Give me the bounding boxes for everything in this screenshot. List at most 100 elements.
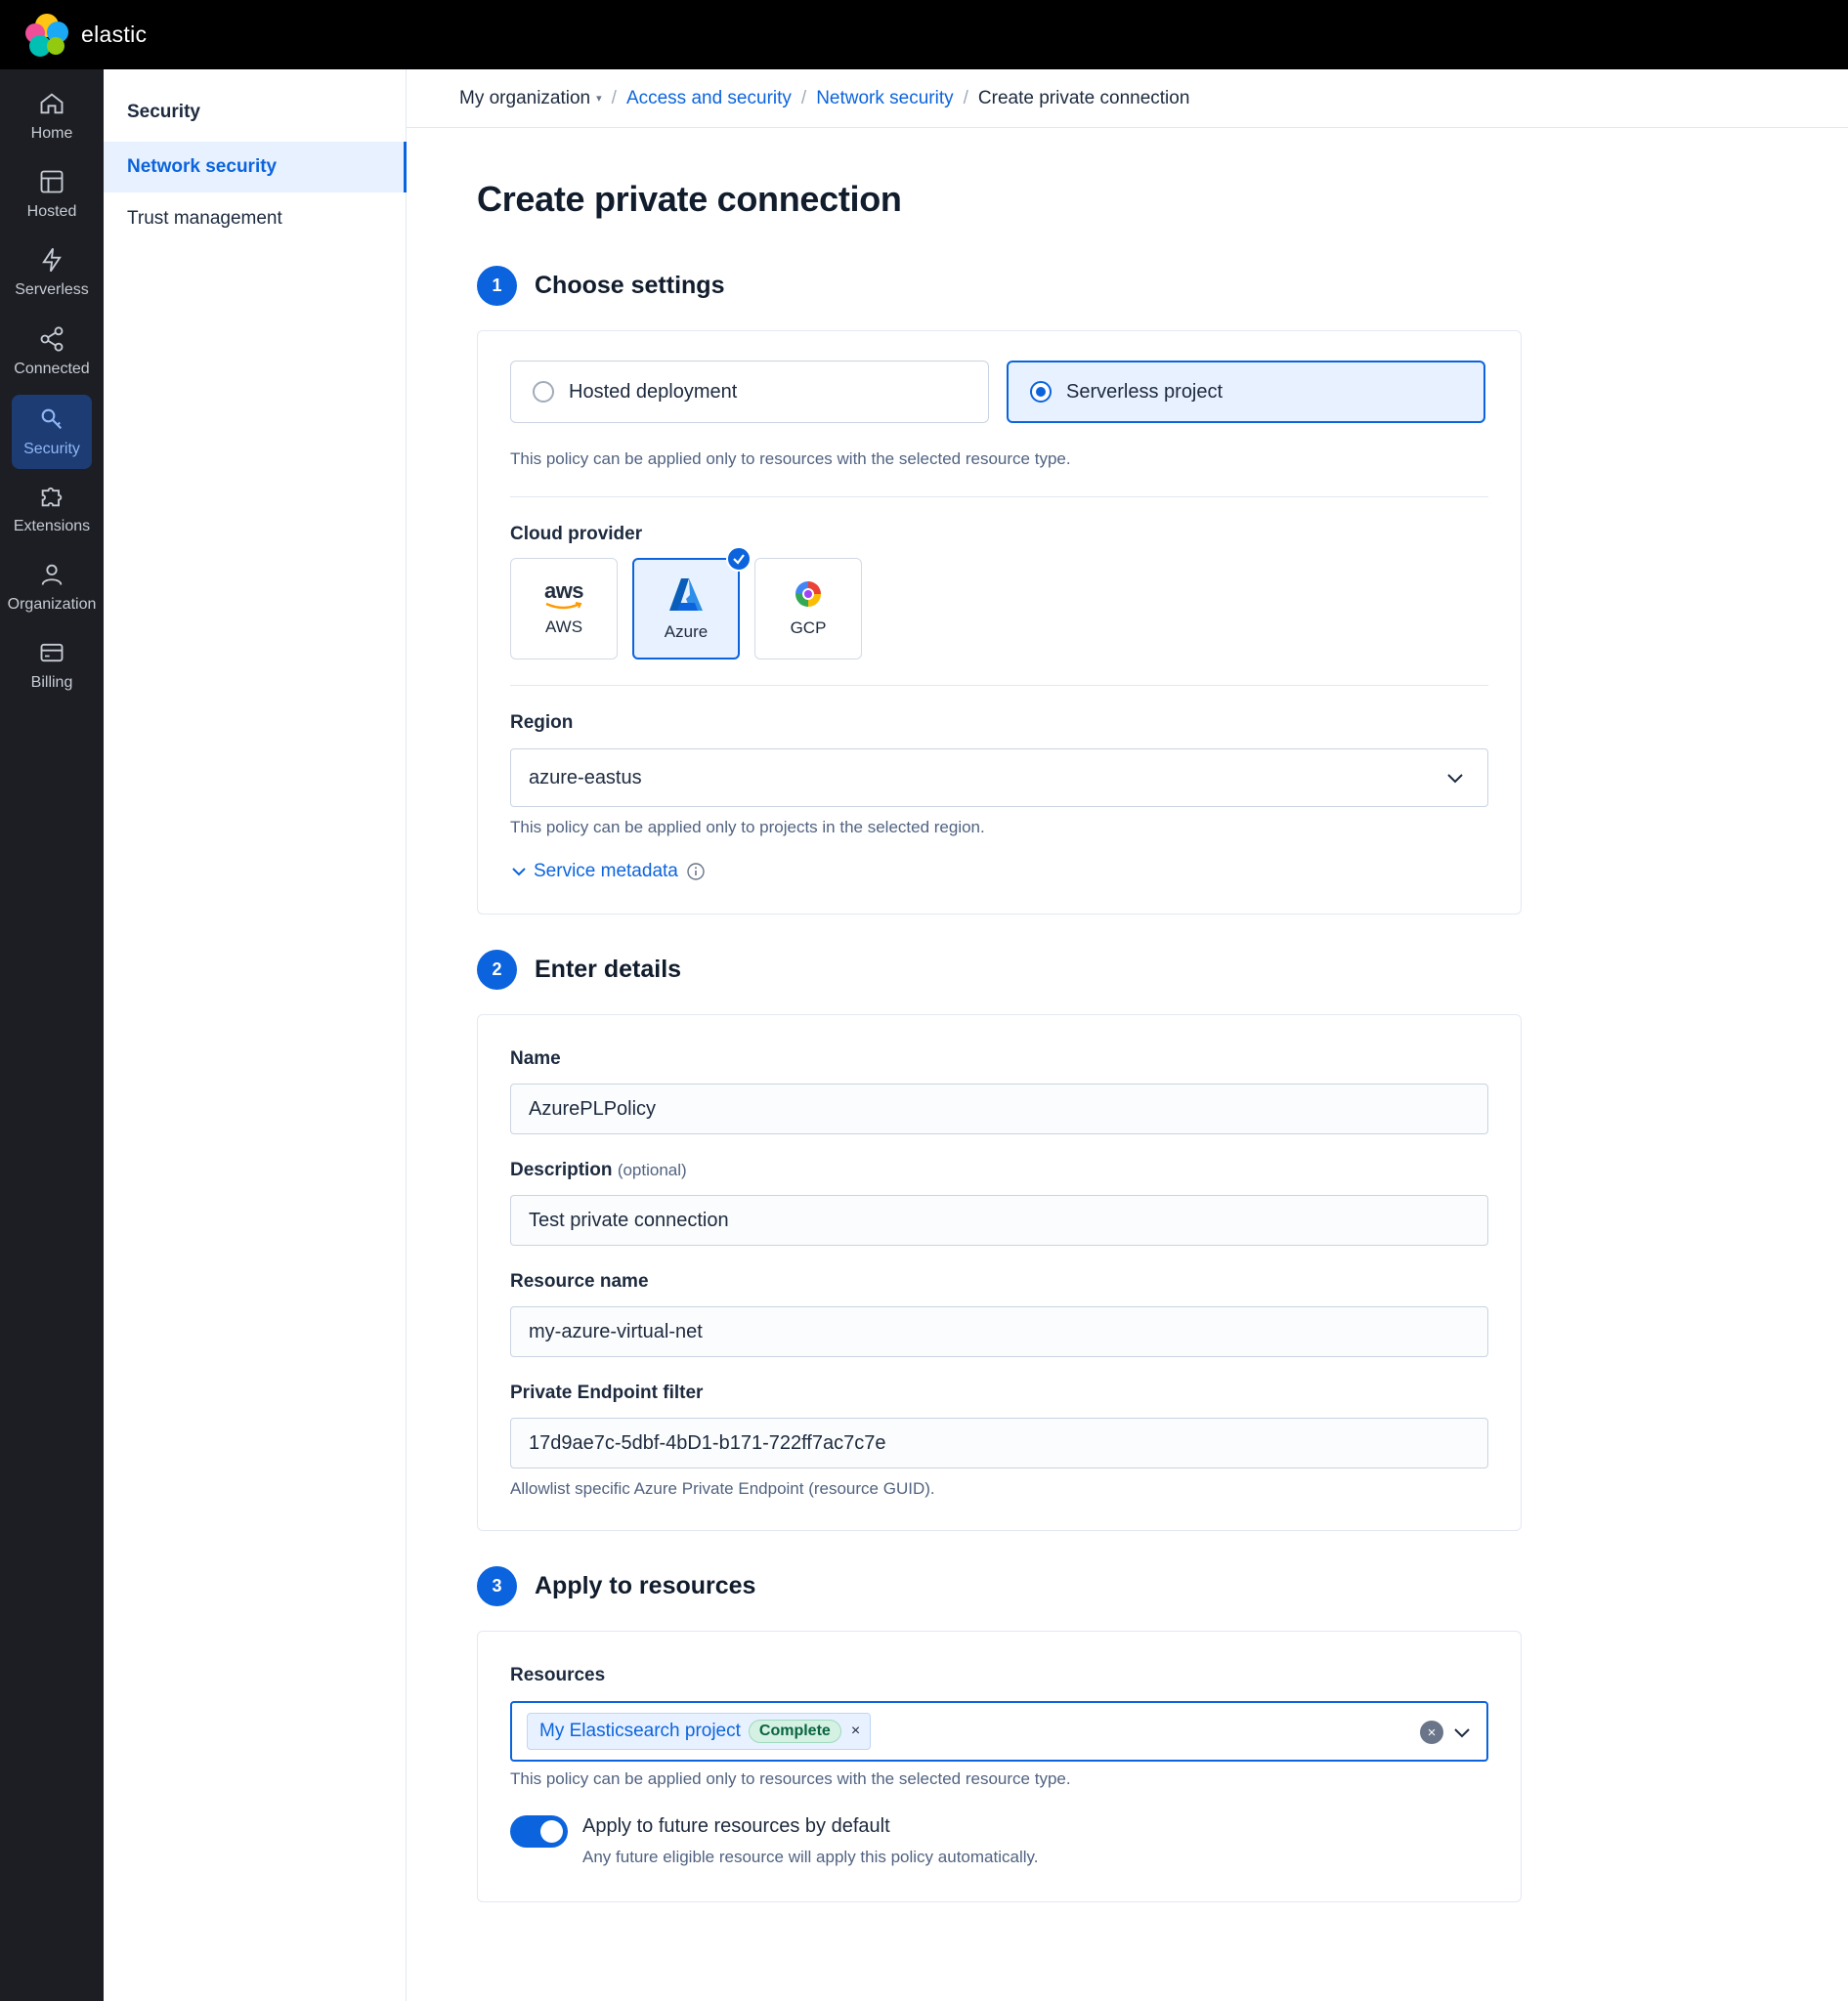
home-icon	[40, 93, 64, 114]
rail-item-label: Hosted	[26, 203, 77, 220]
cloud-provider-label: Cloud provider	[510, 524, 643, 544]
subnav-item-network-security[interactable]: Network security	[104, 142, 407, 192]
radio-serverless-project[interactable]: Serverless project	[1007, 361, 1485, 423]
step-2-header: 2 Enter details	[477, 950, 681, 990]
resource-pill-label: My Elasticsearch project	[539, 1721, 741, 1741]
toggle-label: Apply to future resources by default	[582, 1815, 890, 1837]
rail-item-extensions[interactable]: Extensions	[0, 472, 104, 546]
rail-item-hosted[interactable]: Hosted	[0, 157, 104, 232]
description-label: Description (optional)	[510, 1160, 687, 1180]
service-metadata-link: Service metadata	[534, 861, 678, 881]
chevron-down-icon[interactable]	[1451, 1722, 1473, 1743]
gcp-logo-icon	[795, 581, 821, 607]
resource-name-input[interactable]: my-azure-virtual-net	[510, 1306, 1488, 1357]
breadcrumb-org[interactable]: My organization	[459, 88, 590, 109]
provider-label: GCP	[790, 618, 827, 637]
puzzle-icon	[41, 487, 63, 507]
name-label: Name	[510, 1048, 561, 1069]
chevron-down-icon	[512, 868, 526, 876]
breadcrumb-current: Create private connection	[977, 87, 1190, 108]
resources-help: This policy can be applied only to resou…	[510, 1769, 1071, 1788]
security-subnav: Security Network security Trust manageme…	[104, 69, 407, 2001]
radio-button[interactable]	[533, 381, 554, 403]
breadcrumb-separator: /	[800, 87, 807, 108]
step-title: Choose settings	[535, 272, 725, 299]
name-input[interactable]: AzurePLPolicy	[510, 1084, 1488, 1134]
rail-item-security[interactable]: Security	[12, 395, 92, 469]
step-number: 1	[477, 266, 517, 306]
step-title: Apply to resources	[535, 1572, 756, 1599]
endpoint-filter-help: Allowlist specific Azure Private Endpoin…	[510, 1479, 935, 1498]
top-bar: elastic	[0, 0, 1848, 69]
divider	[510, 685, 1488, 686]
rail-item-label: Home	[30, 125, 73, 142]
radio-label: Serverless project	[1066, 380, 1224, 403]
rail-item-serverless[interactable]: Serverless	[0, 235, 104, 310]
rail-item-label: Connected	[14, 361, 90, 377]
rail-item-billing[interactable]: Billing	[0, 628, 104, 702]
step-1-header: 1 Choose settings	[477, 266, 724, 306]
radio-label: Hosted deployment	[569, 380, 738, 403]
rail-item-label: Billing	[30, 674, 73, 691]
caret-down-icon[interactable]: ▾	[596, 92, 602, 105]
optional-hint: (optional)	[617, 1161, 687, 1179]
subnav-item-trust-management[interactable]: Trust management	[104, 193, 407, 244]
divider	[510, 496, 1488, 497]
provider-aws[interactable]: aws AWS	[510, 558, 618, 660]
clear-icon[interactable]: ×	[1420, 1721, 1443, 1744]
region-help: This policy can be applied only to proje…	[510, 818, 985, 836]
future-resources-toggle[interactable]	[510, 1815, 568, 1848]
step-number: 2	[477, 950, 517, 990]
card-icon	[40, 643, 64, 662]
page-title: Create private connection	[477, 179, 902, 219]
breadcrumb: My organization ▾ / Access and security …	[407, 69, 1848, 128]
hosted-icon	[40, 170, 64, 193]
info-icon[interactable]	[686, 862, 706, 881]
description-input[interactable]: Test private connection	[510, 1195, 1488, 1246]
region-select[interactable]: azure-eastus	[510, 748, 1488, 807]
step-number: 3	[477, 1566, 517, 1606]
provider-azure[interactable]: Azure	[632, 546, 752, 660]
share-icon	[40, 326, 64, 352]
elastic-logo-icon[interactable]	[25, 13, 68, 57]
breadcrumb-access-security[interactable]: Access and security	[626, 88, 792, 109]
primary-nav-rail: Home Hosted Serverless Connected Securit…	[0, 69, 104, 2001]
choose-settings-panel: Hosted deployment Serverless project Thi…	[477, 330, 1522, 915]
rail-item-label: Extensions	[13, 518, 91, 534]
user-icon	[41, 564, 63, 585]
breadcrumb-separator: /	[963, 87, 968, 108]
resources-combobox[interactable]: My Elasticsearch project Complete × ×	[510, 1701, 1488, 1762]
step-3-header: 3 Apply to resources	[477, 1566, 755, 1606]
step-title: Enter details	[535, 956, 682, 983]
apply-resources-panel: Resources My Elasticsearch project Compl…	[477, 1631, 1522, 1902]
breadcrumb-network-security[interactable]: Network security	[816, 88, 953, 109]
rail-item-connected[interactable]: Connected	[0, 315, 104, 389]
azure-logo-icon	[669, 578, 703, 611]
service-metadata-toggle[interactable]: Service metadata	[510, 861, 706, 882]
provider-label: AWS	[544, 617, 583, 636]
rail-item-home[interactable]: Home	[0, 79, 104, 153]
provider-gcp[interactable]: GCP	[754, 558, 862, 660]
toggle-help: Any future eligible resource will apply …	[582, 1848, 1039, 1866]
radio-button[interactable]	[1030, 381, 1052, 403]
aws-logo-icon: aws	[544, 580, 584, 610]
endpoint-filter-input[interactable]: 17d9ae7c-5dbf-4bD1-b171-722ff7ac7c7e	[510, 1418, 1488, 1469]
status-badge: Complete	[748, 1720, 841, 1743]
region-value: azure-eastus	[529, 766, 642, 788]
endpoint-filter-label: Private Endpoint filter	[510, 1383, 704, 1403]
rail-item-label: Organization	[7, 596, 97, 613]
bolt-icon	[42, 247, 62, 273]
brand-name: elastic	[81, 21, 148, 47]
rail-item-label: Security	[23, 441, 80, 457]
subnav-title: Security	[127, 102, 200, 122]
rail-item-organization[interactable]: Organization	[0, 550, 104, 624]
resource-pill[interactable]: My Elasticsearch project Complete ×	[527, 1713, 872, 1750]
key-icon	[41, 408, 63, 430]
provider-label: Azure	[664, 622, 709, 641]
breadcrumb-separator: /	[611, 87, 617, 108]
region-label: Region	[510, 712, 574, 733]
radio-hosted-deployment[interactable]: Hosted deployment	[510, 361, 989, 423]
remove-pill-icon[interactable]: ×	[851, 1723, 860, 1740]
resources-label: Resources	[510, 1665, 606, 1685]
chevron-down-icon	[1447, 774, 1463, 784]
